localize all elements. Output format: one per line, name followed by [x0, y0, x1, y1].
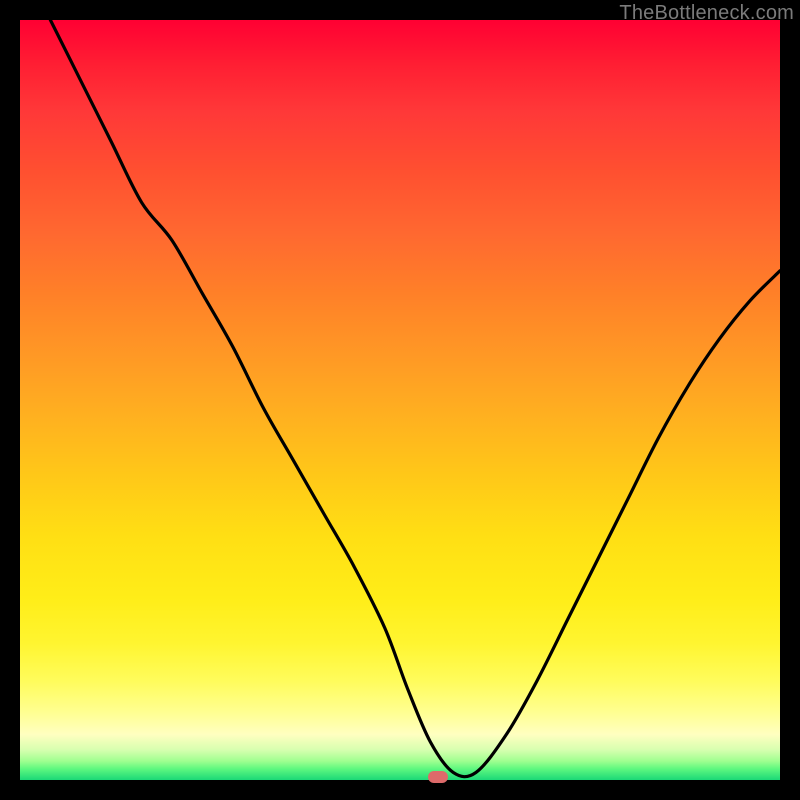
chart-container: TheBottleneck.com — [0, 0, 800, 800]
bottleneck-curve — [20, 20, 780, 780]
plot-area — [20, 20, 780, 780]
watermark-text: TheBottleneck.com — [619, 2, 794, 25]
optimal-point-marker — [428, 771, 448, 783]
